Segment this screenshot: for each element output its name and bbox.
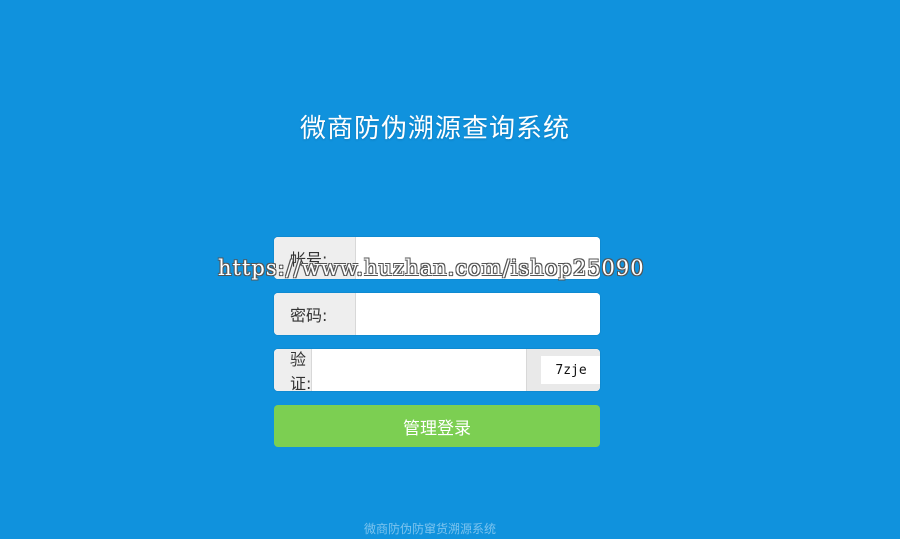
captcha-row: 验证: 7zje (274, 349, 600, 391)
password-input[interactable] (356, 293, 600, 335)
login-form: 帐号: 密码: 验证: 7zje 管理登录 (274, 237, 600, 447)
password-row: 密码: (274, 293, 600, 335)
captcha-container: 7zje (526, 349, 600, 391)
account-row: 帐号: (274, 237, 600, 279)
captcha-image[interactable]: 7zje (541, 356, 600, 384)
password-label: 密码: (274, 293, 356, 335)
account-input[interactable] (356, 237, 600, 279)
account-label: 帐号: (274, 237, 356, 279)
footer-text: 微商防伪防窜货溯源系统 (363, 522, 496, 536)
page-title: 微商防伪溯源查询系统 (299, 114, 570, 144)
captcha-input[interactable] (312, 349, 527, 391)
login-button[interactable]: 管理登录 (274, 405, 600, 447)
captcha-label: 验证: (274, 349, 313, 391)
